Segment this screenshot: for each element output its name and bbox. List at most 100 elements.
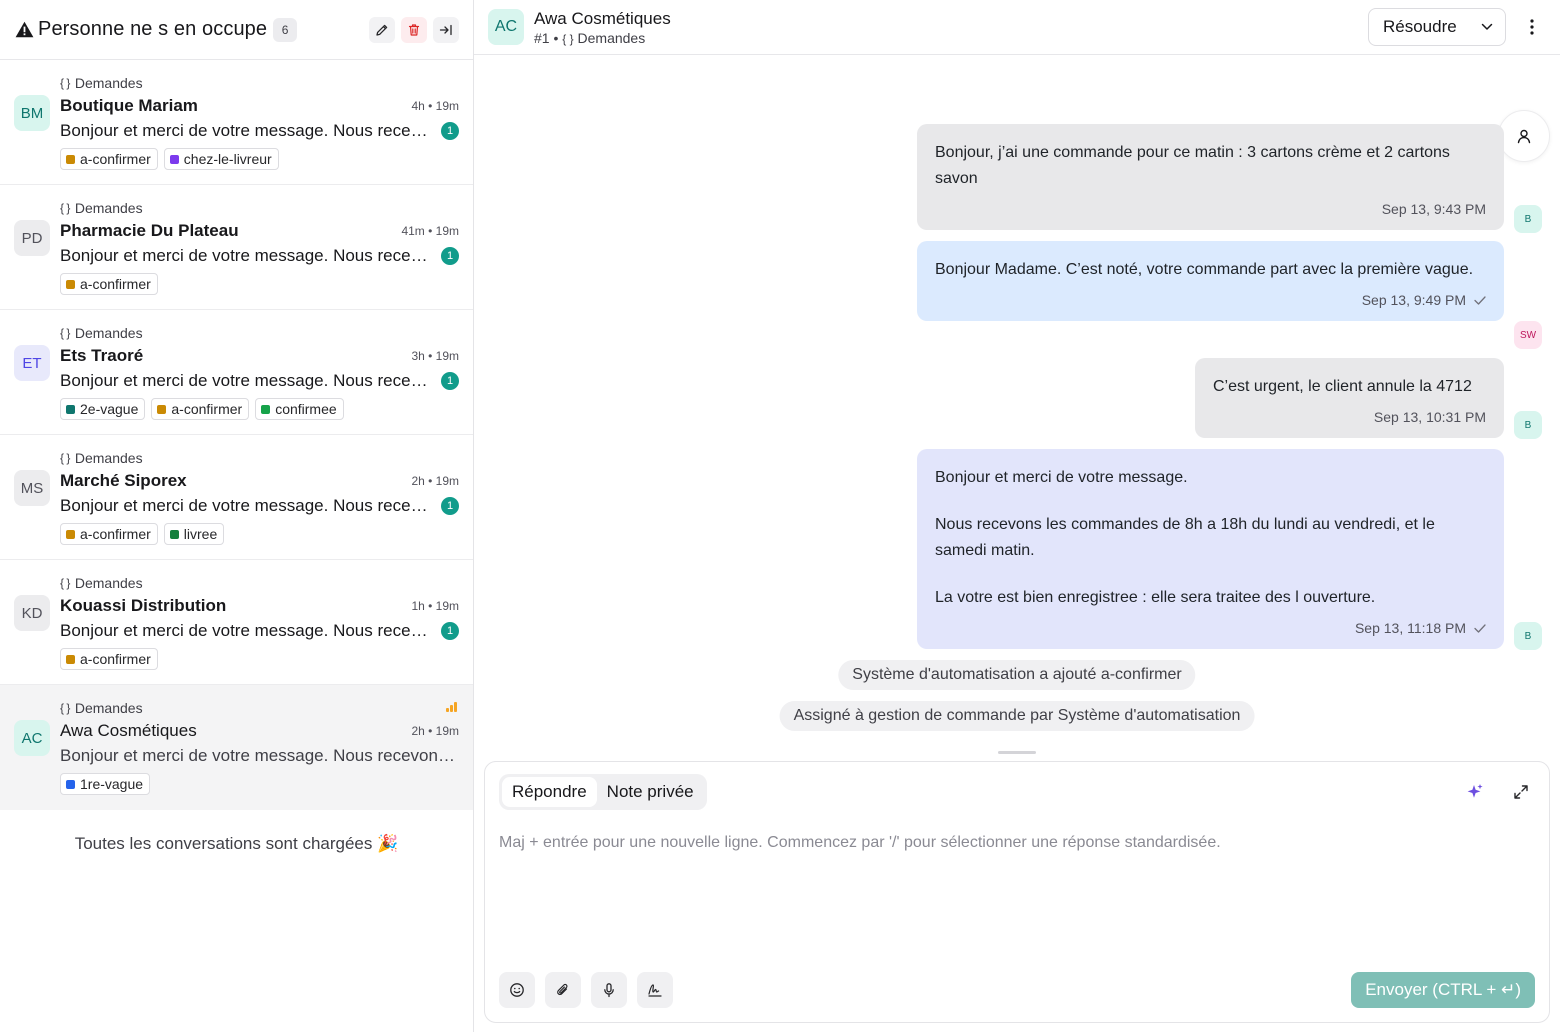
- label-color-dot: [66, 404, 75, 414]
- label-text: chez-le-livreur: [183, 151, 272, 167]
- paperclip-icon: [557, 983, 568, 996]
- conversation-item[interactable]: AC { } Demandes Awa Cosmétiques 2h • 19m B…: [0, 685, 473, 810]
- tab-reply[interactable]: Répondre: [502, 777, 597, 807]
- pencil-icon: [376, 24, 388, 36]
- unread-count-badge: 1: [441, 247, 459, 265]
- conversation-label[interactable]: livree: [163, 523, 225, 545]
- conversation-preview: Bonjour et merci de votre message. Nous …: [60, 496, 429, 515]
- inbox-icon: { }: [60, 76, 70, 90]
- message-timestamp: Sep 13, 10:31 PM: [1373, 409, 1486, 425]
- list-title: Personne ne s en occupe: [38, 18, 268, 40]
- conversation-label[interactable]: a-confirmer: [60, 523, 158, 545]
- conversation-label[interactable]: a-confirmer: [60, 273, 158, 295]
- message-timestamp: Sep 13, 11:18 PM: [1354, 620, 1466, 636]
- sender-avatar: B: [1514, 411, 1542, 439]
- ai-sparkles-icon[interactable]: [1463, 780, 1487, 804]
- label-text: a-confirmer: [171, 401, 243, 417]
- signature-icon: [648, 984, 662, 997]
- collapse-panel-button[interactable]: [433, 16, 459, 43]
- conversation-name: Ets Traoré: [60, 346, 144, 365]
- conversation-name: Pharmacie Du Plateau: [60, 221, 239, 240]
- conversation-inbox: Demandes: [74, 75, 143, 91]
- conversation-avatar: AC: [14, 720, 50, 756]
- conversation-name: Marché Siporex: [60, 471, 187, 490]
- conversation-avatar: PD: [14, 220, 50, 256]
- conversation-name: Awa Cosmétiques: [60, 721, 197, 740]
- conversation-count-badge: 6: [273, 17, 298, 42]
- voice-record-button[interactable]: [591, 972, 627, 1008]
- unread-count-badge: 1: [441, 497, 459, 515]
- conversation-time: 4h • 19m: [411, 99, 459, 113]
- check-icon: [1474, 295, 1486, 305]
- delete-button[interactable]: [401, 16, 427, 43]
- conversation-item[interactable]: MS { } Demandes Marché Siporex 2h • 19m Bo…: [0, 435, 473, 560]
- outgoing-message: Bonjour Madame. C’est noté, votre comman…: [917, 241, 1504, 321]
- conversation-name: Kouassi Distribution: [60, 596, 227, 615]
- conversation-label[interactable]: confirmee: [255, 398, 344, 420]
- contact-name[interactable]: Awa Cosmétiques: [534, 9, 671, 29]
- inbox-icon: { }: [60, 201, 70, 215]
- warning-icon: [14, 20, 34, 40]
- conversation-item[interactable]: ET { } Demandes Ets Traoré 3h • 19m Bonjou…: [0, 310, 473, 435]
- label-text: a-confirmer: [80, 151, 151, 167]
- inbox-icon: { }: [60, 701, 70, 715]
- smile-icon: [510, 983, 524, 997]
- conversation-label[interactable]: 2e-vague: [60, 398, 146, 420]
- priority-bars-icon: [446, 701, 457, 712]
- unread-count-badge: 1: [441, 122, 459, 140]
- arrow-right-to-line-icon: [439, 24, 452, 35]
- contact-details-button[interactable]: [1498, 110, 1550, 162]
- edit-button[interactable]: [369, 16, 395, 43]
- emoji-button[interactable]: [499, 972, 535, 1008]
- send-button[interactable]: Envoyer (CTRL + ↵): [1351, 972, 1535, 1008]
- activity-message: Assigné à gestion de commande par Systèm…: [779, 701, 1255, 731]
- conversation-item[interactable]: KD { } Demandes Kouassi Distribution 1h • …: [0, 560, 473, 685]
- conversation-label[interactable]: 1re-vague: [60, 773, 151, 795]
- conversation-time: 3h • 19m: [411, 349, 459, 363]
- signature-button[interactable]: [637, 972, 673, 1008]
- conversation-time: 2h • 19m: [411, 724, 459, 738]
- label-color-dot: [66, 779, 75, 789]
- conversation-list-panel: Personne ne s en occupe 6 BM { } Demandes…: [0, 0, 474, 1032]
- label-text: 2e-vague: [80, 401, 139, 417]
- microphone-icon: [604, 983, 614, 998]
- contact-avatar[interactable]: AC: [488, 9, 524, 45]
- conversation-item[interactable]: BM { } Demandes Boutique Mariam 4h • 19m B…: [0, 60, 473, 185]
- message-text: Nous recevons les commandes de 8h a 18h …: [935, 516, 1435, 559]
- conversation-item[interactable]: PD { } Demandes Pharmacie Du Plateau 41m •…: [0, 185, 473, 310]
- conversation-label[interactable]: a-confirmer: [60, 648, 158, 670]
- conversation-label[interactable]: a-confirmer: [151, 398, 250, 420]
- inbox-icon: { }: [60, 451, 70, 465]
- message-text: La votre est bien enregistree : elle ser…: [935, 589, 1376, 606]
- resolve-dropdown-button[interactable]: Résoudre: [1368, 8, 1506, 46]
- conversation-avatar: MS: [14, 470, 50, 506]
- conversation-preview: Bonjour et merci de votre message. Nous …: [60, 746, 459, 765]
- sender-avatar: B: [1514, 205, 1542, 233]
- conversation-inbox: Demandes: [74, 575, 143, 591]
- reply-mode-tabs: Répondre Note privée: [499, 774, 707, 810]
- incoming-message: C’est urgent, le client annule la 4712 Se…: [1195, 358, 1504, 438]
- conversation-avatar: KD: [14, 595, 50, 631]
- conversation-label[interactable]: chez-le-livreur: [163, 148, 279, 170]
- expand-icon[interactable]: [1509, 780, 1533, 804]
- conversation-meta: #1 • { } Demandes: [534, 29, 646, 46]
- trash-icon: [408, 23, 420, 36]
- message-text: Bonjour, j’ai une commande pour ce matin…: [935, 144, 1450, 187]
- check-icon: [1474, 623, 1486, 633]
- conversation-label[interactable]: a-confirmer: [60, 148, 158, 170]
- inbox-icon: { }: [562, 31, 574, 46]
- conversation-time: 1h • 19m: [411, 599, 459, 613]
- label-text: a-confirmer: [80, 526, 151, 542]
- inbox-icon: { }: [60, 576, 70, 590]
- resize-handle[interactable]: [998, 751, 1036, 754]
- label-text: a-confirmer: [80, 276, 151, 292]
- unread-count-badge: 1: [441, 622, 459, 640]
- label-color-dot: [66, 154, 75, 164]
- tab-private-note[interactable]: Note privée: [597, 777, 704, 807]
- attach-button[interactable]: [545, 972, 581, 1008]
- conversation-name: Boutique Mariam: [60, 96, 198, 115]
- conversation-time: 41m • 19m: [401, 224, 459, 238]
- reply-composer: Répondre Note privée Maj + entrée pour u…: [484, 761, 1550, 1023]
- message-input[interactable]: [499, 834, 1535, 954]
- more-options-icon[interactable]: [1518, 8, 1546, 46]
